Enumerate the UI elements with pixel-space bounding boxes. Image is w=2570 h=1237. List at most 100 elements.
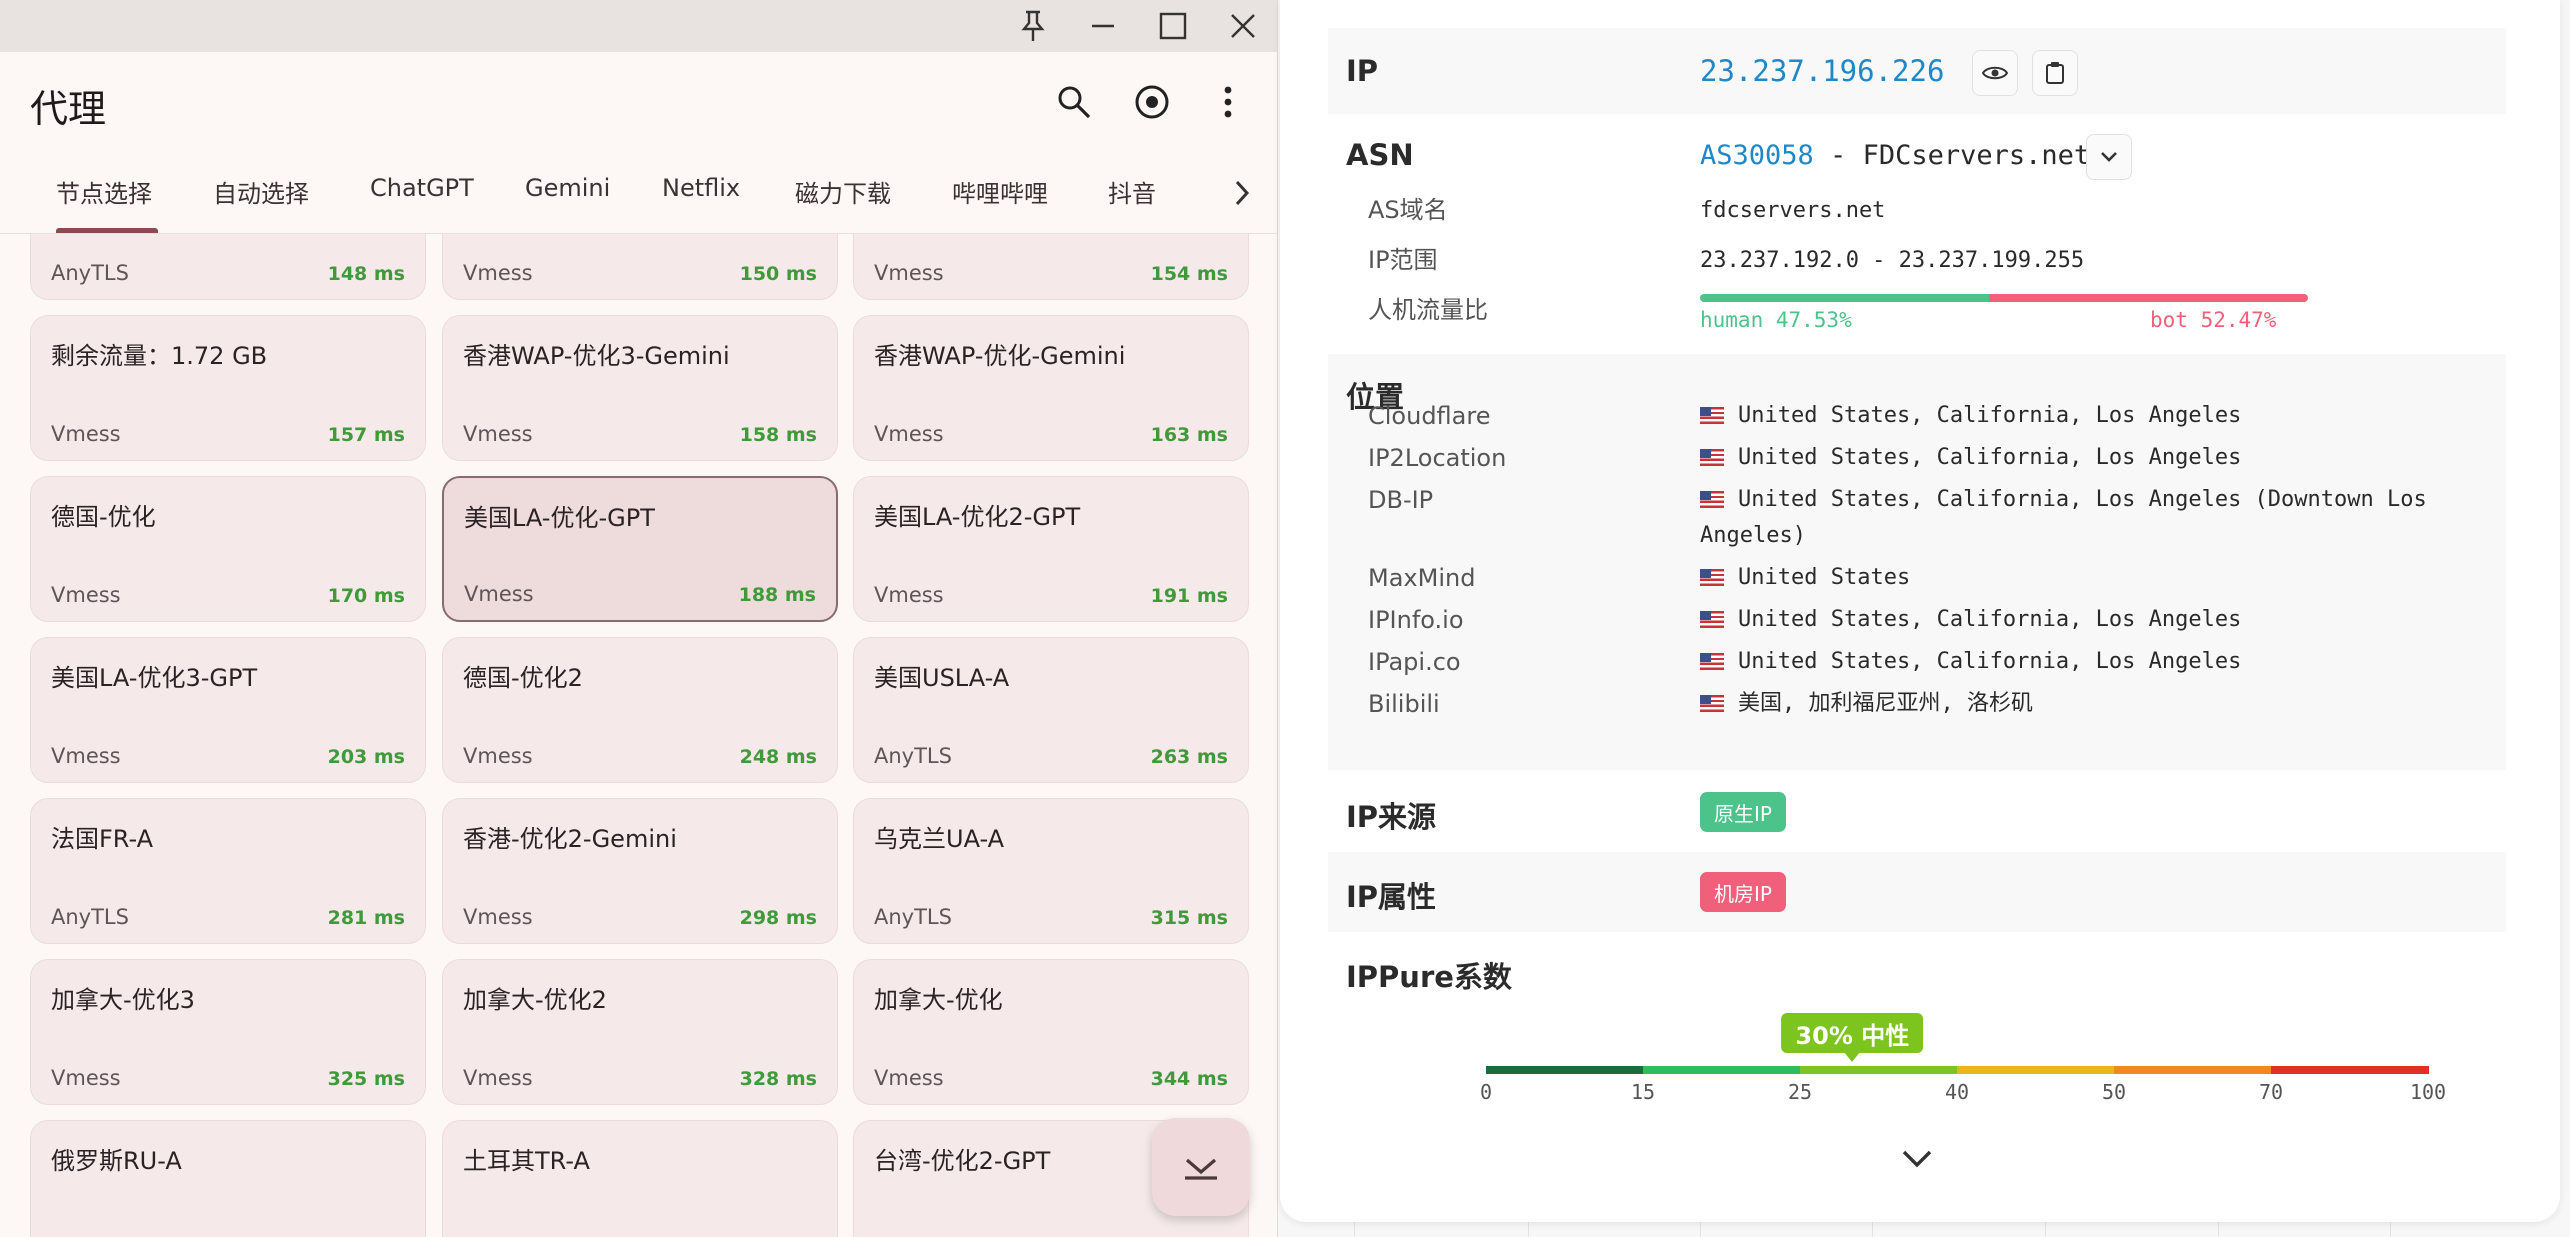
- tab-chatgpt[interactable]: ChatGPT: [370, 174, 474, 202]
- proxy-node-card[interactable]: 美国USLA-A AnyTLS 263 ms: [853, 637, 1249, 783]
- proxy-node-card[interactable]: 香港WAP-优化3-Gemini Vmess 158 ms: [442, 315, 838, 461]
- node-latency: 191 ms: [1150, 585, 1228, 607]
- node-name: 香港WAP-优化-Gemini: [874, 342, 1126, 370]
- ip-info-panel: IP 23.237.196.226 ASN AS30058 - FDCserve…: [1280, 0, 2560, 1222]
- window-titlebar: [0, 0, 1277, 52]
- collapse-down-icon[interactable]: [1152, 1118, 1250, 1216]
- node-name: 德国-优化2: [463, 664, 583, 692]
- node-protocol: Vmess: [51, 583, 121, 607]
- node-latency: 344 ms: [1150, 1068, 1228, 1090]
- proxy-node-card[interactable]: 香港-优化2-Gemini Vmess 298 ms: [442, 798, 838, 944]
- target-icon[interactable]: [1128, 78, 1176, 126]
- node-latency: 170 ms: [327, 585, 405, 607]
- proxy-node-card[interactable]: 德国-优化2 Vmess 248 ms: [442, 637, 838, 783]
- gauge-tick-label: 40: [1944, 1080, 1970, 1104]
- proxy-node-card[interactable]: AnyTLS 148 ms: [30, 234, 426, 300]
- node-protocol: Vmess: [874, 261, 944, 285]
- proxy-node-card[interactable]: Vmess 154 ms: [853, 234, 1249, 300]
- node-name: 美国LA-优化3-GPT: [51, 664, 258, 692]
- gauge-tick-label: 0: [1479, 1080, 1493, 1104]
- proxy-node-card[interactable]: 美国LA-优化3-GPT Vmess 203 ms: [30, 637, 426, 783]
- proxy-node-card[interactable]: 德国-优化 Vmess 170 ms: [30, 476, 426, 622]
- node-latency: 154 ms: [1150, 263, 1228, 285]
- node-protocol: AnyTLS: [51, 905, 129, 929]
- node-protocol: Vmess: [463, 422, 533, 446]
- proxy-node-card[interactable]: 美国LA-优化2-GPT Vmess 191 ms: [853, 476, 1249, 622]
- node-name: 德国-优化: [51, 503, 156, 531]
- proxy-node-card[interactable]: 土耳其TR-A: [442, 1120, 838, 1237]
- gauge-segment: [1643, 1066, 1801, 1074]
- more-vert-icon[interactable]: [1204, 78, 1252, 126]
- ippure-score-badge: 30% 中性: [1781, 1013, 1924, 1053]
- node-protocol: Vmess: [463, 905, 533, 929]
- proxy-node-card[interactable]: 香港WAP-优化-Gemini Vmess 163 ms: [853, 315, 1249, 461]
- app-bar: 代理: [0, 52, 1277, 152]
- node-name: 加拿大-优化3: [51, 986, 195, 1014]
- node-protocol: AnyTLS: [874, 744, 952, 768]
- proxy-group-tabs: 节点选择 自动选择 ChatGPT Gemini Netflix 磁力下载 哔哩…: [0, 152, 1277, 234]
- tab-netflix[interactable]: Netflix: [662, 174, 740, 202]
- node-latency: 298 ms: [739, 907, 817, 929]
- tab-node-select[interactable]: 节点选择: [56, 174, 152, 209]
- gauge-segment: [1957, 1066, 2115, 1074]
- expand-chevron-icon[interactable]: [1900, 1148, 1934, 1174]
- gauge-tick-label: 15: [1630, 1080, 1656, 1104]
- tab-auto-select[interactable]: 自动选择: [213, 174, 309, 209]
- search-icon[interactable]: [1050, 78, 1098, 126]
- node-name: 加拿大-优化: [874, 986, 1003, 1014]
- chevron-right-icon[interactable]: [1230, 178, 1254, 212]
- node-name: 土耳其TR-A: [463, 1147, 590, 1175]
- node-name: 乌克兰UA-A: [874, 825, 1005, 853]
- proxy-node-card[interactable]: 剩余流量：1.72 GB Vmess 157 ms: [30, 315, 426, 461]
- node-latency: 203 ms: [327, 746, 405, 768]
- node-name: 美国LA-优化2-GPT: [874, 503, 1081, 531]
- node-name: 香港WAP-优化3-Gemini: [463, 342, 730, 370]
- node-grid: AnyTLS 148 ms Vmess 150 ms Vmess 154 ms 剩余流量：1…: [0, 234, 1277, 1237]
- ippure-gauge: 0 15 25 40 50 70 100 30% 中性: [1280, 0, 2560, 1222]
- proxy-node-card[interactable]: 美国LA-优化-GPT Vmess 188 ms: [442, 476, 838, 622]
- gauge-segment: [1800, 1066, 1958, 1074]
- ippure-pointer: [1844, 1052, 1861, 1062]
- node-latency: 248 ms: [739, 746, 817, 768]
- page-title: 代理: [30, 87, 107, 131]
- proxy-node-card[interactable]: 加拿大-优化 Vmess 344 ms: [853, 959, 1249, 1105]
- node-protocol: Vmess: [874, 1066, 944, 1090]
- proxy-node-card[interactable]: 加拿大-优化2 Vmess 328 ms: [442, 959, 838, 1105]
- proxy-node-card[interactable]: Vmess 150 ms: [442, 234, 838, 300]
- node-latency: 188 ms: [738, 584, 816, 606]
- proxy-node-card[interactable]: 加拿大-优化3 Vmess 325 ms: [30, 959, 426, 1105]
- node-protocol: Vmess: [463, 1066, 533, 1090]
- node-protocol: Vmess: [463, 261, 533, 285]
- node-name: 剩余流量：1.72 GB: [51, 342, 268, 370]
- node-protocol: Vmess: [874, 422, 944, 446]
- tab-bilibili[interactable]: 哔哩哔哩: [952, 174, 1048, 209]
- node-protocol: AnyTLS: [51, 261, 129, 285]
- close-icon[interactable]: [1208, 0, 1277, 52]
- node-name: 美国LA-优化-GPT: [464, 504, 655, 532]
- tab-gemini[interactable]: Gemini: [525, 174, 610, 202]
- maximize-icon[interactable]: [1138, 0, 1208, 52]
- node-protocol: Vmess: [51, 1066, 121, 1090]
- node-protocol: Vmess: [463, 744, 533, 768]
- gauge-tick-label: 50: [2101, 1080, 2127, 1104]
- node-protocol: Vmess: [874, 583, 944, 607]
- node-protocol: Vmess: [51, 422, 121, 446]
- minimize-icon[interactable]: [1068, 0, 1138, 52]
- node-name: 加拿大-优化2: [463, 986, 607, 1014]
- proxy-node-card[interactable]: 法国FR-A AnyTLS 281 ms: [30, 798, 426, 944]
- tab-douyin[interactable]: 抖音: [1108, 174, 1156, 209]
- proxy-node-card[interactable]: 乌克兰UA-A AnyTLS 315 ms: [853, 798, 1249, 944]
- node-name: 美国USLA-A: [874, 664, 1010, 692]
- node-name: 香港-优化2-Gemini: [463, 825, 677, 853]
- pin-icon[interactable]: [998, 0, 1068, 52]
- gauge-tick-label: 100: [2409, 1080, 2447, 1104]
- node-latency: 328 ms: [739, 1068, 817, 1090]
- node-latency: 315 ms: [1150, 907, 1228, 929]
- node-name: 台湾-优化2-GPT: [874, 1147, 1051, 1175]
- node-protocol: Vmess: [464, 582, 534, 606]
- node-latency: 281 ms: [327, 907, 405, 929]
- node-protocol: Vmess: [51, 744, 121, 768]
- proxy-node-card[interactable]: 俄罗斯RU-A: [30, 1120, 426, 1237]
- tab-magnet[interactable]: 磁力下载: [795, 174, 891, 209]
- node-name: 俄罗斯RU-A: [51, 1147, 182, 1175]
